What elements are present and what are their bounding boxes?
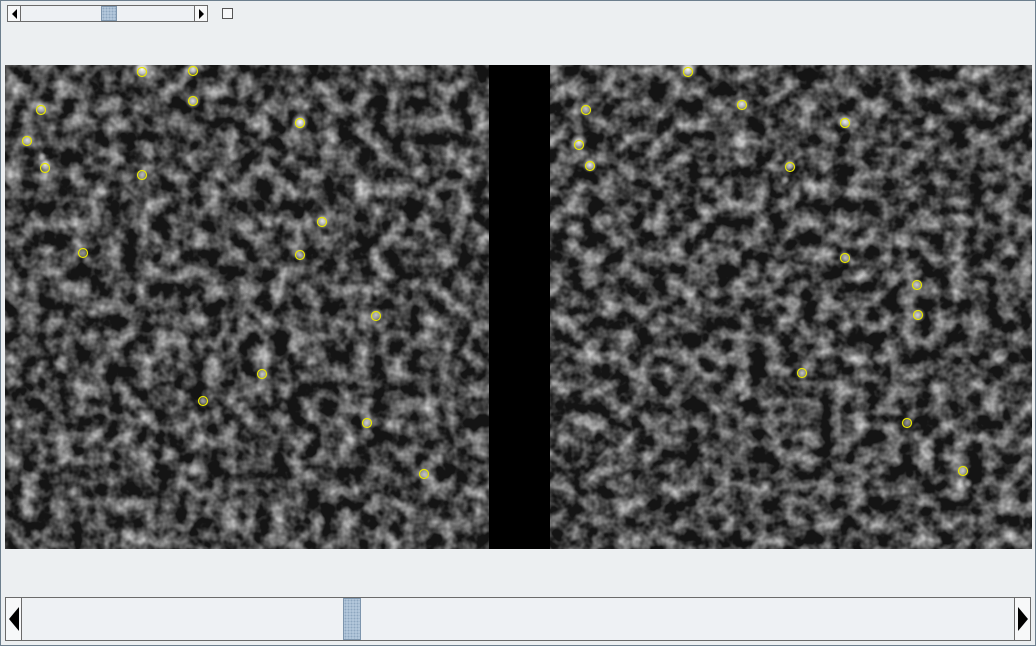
arrow-right-icon	[198, 8, 204, 19]
scrollbar-thumb[interactable]	[343, 598, 361, 640]
left-microscopy-image	[5, 65, 489, 549]
bright-cell	[783, 158, 797, 172]
bright-cell	[382, 529, 398, 545]
scroll-right-button[interactable]	[194, 6, 207, 21]
bright-cell	[175, 360, 185, 370]
image-canvas[interactable]	[5, 65, 1032, 549]
bright-cell	[780, 175, 790, 185]
bright-cell	[737, 393, 747, 403]
bright-cell	[902, 178, 912, 188]
bright-cell	[963, 478, 973, 488]
bright-cell	[910, 307, 926, 323]
scroll-right-button[interactable]	[1014, 598, 1030, 640]
top-horizontal-scrollbar[interactable]	[7, 5, 208, 22]
right-microscopy-image	[550, 65, 1032, 549]
bottom-horizontal-scrollbar[interactable]	[5, 597, 1031, 641]
arrow-left-icon	[11, 8, 17, 19]
bright-cell	[37, 152, 47, 162]
bright-cell	[291, 113, 309, 131]
scrollbar-thumb[interactable]	[101, 6, 117, 21]
bright-cell	[185, 93, 201, 109]
right-image-panel[interactable]	[550, 65, 1032, 549]
bright-cell	[353, 181, 361, 189]
left-image-panel[interactable]	[5, 65, 489, 549]
arrow-right-icon	[1017, 607, 1028, 631]
bright-cell	[621, 471, 635, 485]
bright-cell	[683, 166, 691, 174]
tissue-texture	[5, 65, 489, 549]
scroll-left-button[interactable]	[8, 6, 21, 21]
arrow-left-icon	[8, 607, 19, 631]
bright-cell	[187, 461, 203, 477]
overlay-checkbox[interactable]	[222, 8, 233, 19]
bright-cell	[227, 151, 239, 163]
bright-cell	[372, 288, 382, 298]
bright-cell	[33, 100, 49, 116]
bright-cell	[798, 318, 806, 326]
scroll-left-button[interactable]	[6, 598, 22, 640]
bright-cell	[571, 134, 587, 150]
